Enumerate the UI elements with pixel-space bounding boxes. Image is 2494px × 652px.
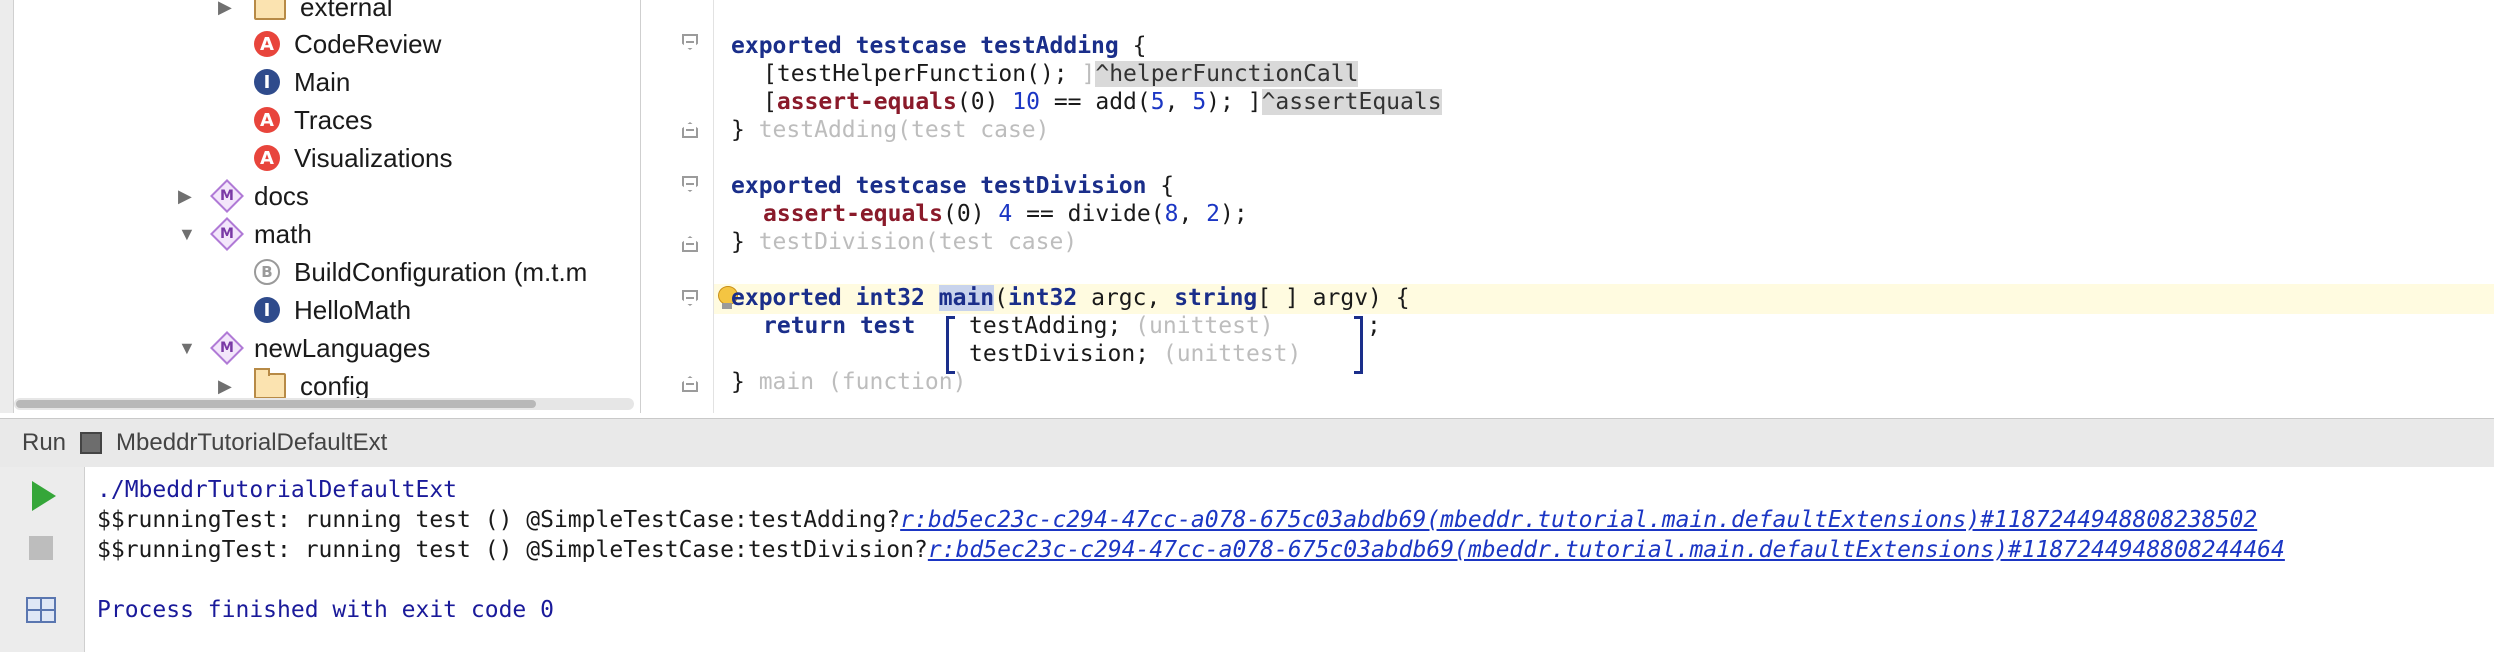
build-b-icon: B (254, 259, 280, 285)
tree-item-traces[interactable]: A Traces (254, 101, 373, 139)
code-line: ; (1367, 313, 1381, 339)
tree-item-newlanguages[interactable]: ▼ M newLanguages (178, 329, 431, 367)
node-link[interactable]: r:bd5ec23c-c294-47cc-a078-675c03abdb69(m… (900, 507, 2257, 533)
module-m-icon: M (214, 221, 240, 247)
code-line: } testDivision(test case) (731, 229, 1078, 255)
tree-item-label: HelloMath (294, 294, 412, 325)
run-toolbar (0, 467, 85, 652)
layout-icon (26, 597, 56, 623)
selected-identifier: main (938, 285, 995, 311)
code-line: } main (function) (731, 369, 967, 395)
code-line: testDivision; (unittest) (969, 341, 1302, 367)
fold-marker-icon[interactable] (682, 290, 698, 306)
folder-icon (254, 0, 286, 20)
tree-item-visualizations[interactable]: A Visualizations (254, 139, 453, 177)
code-editor[interactable]: exported testcase testAdding { [testHelp… (640, 0, 2494, 413)
expand-arrow-icon[interactable]: ▶ (218, 376, 232, 397)
tree-item-label: Main (294, 66, 351, 97)
code-line: [assert-equals(0) 10 == add(5, 5); ]^ass… (763, 89, 1442, 115)
tree-item-label: Traces (294, 104, 373, 135)
editor-gutter (641, 0, 714, 413)
fold-end-marker-icon[interactable] (682, 376, 698, 392)
implementation-i-icon: I (254, 69, 280, 95)
tree-item-math[interactable]: ▼ M math (178, 215, 312, 253)
project-tree: ▶ external A CodeReview I Main A Traces … (0, 0, 640, 413)
reference-label: ^assertEquals (1261, 89, 1442, 115)
collapse-arrow-icon[interactable]: ▼ (178, 224, 196, 245)
run-tab-label[interactable]: Run (22, 429, 66, 457)
list-close-bracket (1354, 316, 1363, 374)
layout-button[interactable] (22, 591, 60, 629)
tree-item-main[interactable]: I Main (254, 63, 350, 101)
stop-icon (29, 536, 53, 560)
tree-item-label: external (300, 0, 393, 22)
tree-item-label: CodeReview (294, 28, 442, 59)
rerun-button[interactable] (22, 477, 60, 515)
code-line: testAdding; (unittest) (969, 313, 1274, 339)
tree-item-codereview[interactable]: A CodeReview (254, 25, 441, 63)
code-line: } testAdding(test case) (731, 117, 1050, 143)
module-m-icon: M (214, 183, 240, 209)
aspect-a-icon: A (254, 31, 280, 57)
tree-item-label: docs (254, 180, 309, 211)
fold-end-marker-icon[interactable] (682, 122, 698, 138)
code-line: [testHelperFunction(); ]^helperFunctionC… (763, 61, 1359, 87)
fold-marker-icon[interactable] (682, 34, 698, 50)
tree-item-label: config (300, 370, 370, 401)
run-config-name[interactable]: MbeddrTutorialDefaultExt (116, 429, 387, 457)
fold-end-marker-icon[interactable] (682, 236, 698, 252)
tree-item-hellomath[interactable]: I HelloMath (254, 291, 411, 329)
code-line: return test (763, 313, 916, 339)
collapse-arrow-icon[interactable]: ▼ (178, 338, 196, 359)
console-output[interactable]: ./MbeddrTutorialDefaultExt $$runningTest… (85, 467, 2494, 652)
tree-item-buildconfiguration[interactable]: B BuildConfiguration (m.t.m (254, 253, 587, 291)
play-icon (32, 481, 56, 511)
console-line: $$runningTest: running test () @SimpleTe… (97, 507, 2258, 533)
folder-icon (254, 368, 286, 399)
node-link[interactable]: r:bd5ec23c-c294-47cc-a078-675c03abdb69(m… (928, 537, 2285, 563)
module-m-icon: M (214, 335, 240, 361)
console-line: Process finished with exit code 0 (97, 597, 554, 623)
code-line: exported testcase testAdding { (731, 33, 1147, 59)
tree-item-label: Visualizations (294, 142, 453, 173)
run-config-icon (80, 432, 103, 454)
expand-arrow-icon[interactable]: ▶ (178, 186, 192, 207)
list-open-bracket (946, 316, 955, 374)
code-line: exported int32 main(int32 argc, string[ … (731, 285, 1410, 311)
code-line: exported testcase testDivision { (731, 173, 1175, 199)
code-line: assert-equals(0) 4 == divide(8, 2); (763, 201, 1248, 227)
tree-item-label: math (254, 218, 312, 249)
run-tool-window-header: Run MbeddrTutorialDefaultExt (0, 418, 2494, 468)
tree-horizontal-scrollbar[interactable] (14, 398, 634, 410)
stop-button[interactable] (22, 529, 60, 567)
tree-item-label: newLanguages (254, 332, 431, 363)
tree-item-label: BuildConfiguration (m.t.m (294, 256, 588, 287)
fold-marker-icon[interactable] (682, 176, 698, 192)
console-line: $$runningTest: running test () @SimpleTe… (97, 537, 2285, 563)
console-line: ./MbeddrTutorialDefaultExt (97, 477, 458, 503)
tree-item-external[interactable]: ▶ external (218, 0, 393, 26)
implementation-i-icon: I (254, 297, 280, 323)
expand-arrow-icon[interactable]: ▶ (218, 0, 232, 18)
reference-label: ^helperFunctionCall (1095, 61, 1359, 87)
scrollbar-thumb[interactable] (16, 400, 536, 408)
aspect-a-icon: A (254, 107, 280, 133)
tree-left-border (0, 0, 14, 413)
tree-item-docs[interactable]: ▶ M docs (178, 177, 309, 215)
aspect-a-icon: A (254, 145, 280, 171)
